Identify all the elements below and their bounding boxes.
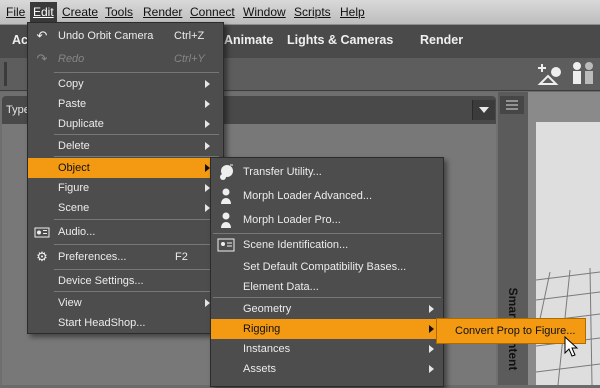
create-new-primitive-icon[interactable] [536,60,566,88]
chevron-right-icon [429,305,434,313]
toolbar-grip [4,62,7,86]
menu-item-audio[interactable]: Audio... [28,222,223,242]
tab-actors[interactable]: Ac [12,33,28,47]
menu-tools[interactable]: Tools [105,4,133,20]
menu-render[interactable]: Render [143,4,182,20]
menu-item-element-data[interactable]: Element Data... [211,277,443,297]
figure-tools-icon[interactable] [568,60,598,88]
menu-item-scene-identification[interactable]: Scene Identification... [211,235,443,255]
menu-item-morph-loader-pro[interactable]: Morph Loader Pro... [211,209,443,231]
pane-options-dropdown[interactable] [472,100,495,120]
tab-animate[interactable]: Animate [224,33,273,47]
chevron-right-icon [429,365,434,373]
menu-separator [54,134,219,135]
menu-item-view[interactable]: View [28,293,223,313]
chevron-right-icon [205,142,210,150]
edit-menu: ↶ Undo Orbit Camera Ctrl+Z ↷ Redo Ctrl+Y… [27,22,224,334]
morph-loader-pro-icon [217,211,233,228]
object-submenu: Transfer Utility... Morph Loader Advance… [210,157,444,387]
menu-item-transfer-utility[interactable]: Transfer Utility... [211,161,443,183]
chevron-right-icon [205,100,210,108]
menu-item-device-settings[interactable]: Device Settings... [28,271,223,291]
redo-icon: ↷ [36,51,48,66]
menu-item-instances[interactable]: Instances [211,339,443,359]
menu-connect[interactable]: Connect [190,4,235,20]
menu-separator [54,156,219,157]
menu-item-preferences[interactable]: ⚙ Preferences... F2 [28,247,223,267]
menu-item-copy[interactable]: Copy [28,74,223,94]
menu-separator [54,269,219,270]
menu-separator [213,297,441,298]
tab-render[interactable]: Render [420,33,463,47]
tab-lights-cameras[interactable]: Lights & Cameras [287,33,393,47]
menu-item-rigging[interactable]: Rigging [211,319,443,339]
menu-item-geometry[interactable]: Geometry [211,299,443,319]
menu-item-delete[interactable]: Delete [28,136,223,156]
menu-separator [54,72,219,73]
transfer-utility-icon [217,163,233,180]
menu-separator [54,291,219,292]
menu-separator [54,219,219,220]
menu-help[interactable]: Help [340,4,365,20]
menu-separator [54,244,219,245]
menu-item-scene[interactable]: Scene [28,198,223,218]
chevron-right-icon [205,120,210,128]
menu-item-set-default-compatibility-bases[interactable]: Set Default Compatibility Bases... [211,257,443,277]
chevron-right-icon [429,345,434,353]
menu-create[interactable]: Create [62,4,98,20]
scene-identification-icon [217,237,235,253]
list-menu-icon [506,100,518,110]
chevron-right-icon [429,325,434,333]
menu-scripts[interactable]: Scripts [294,4,331,20]
menu-window[interactable]: Window [243,4,286,20]
menu-item-figure[interactable]: Figure [28,178,223,198]
preferences-gear-icon: ⚙ [36,249,48,264]
chevron-right-icon [205,80,210,88]
menu-item-undo-orbit-camera[interactable]: ↶ Undo Orbit Camera Ctrl+Z [28,26,223,46]
mouse-pointer-icon [564,336,579,357]
pane-menu-button[interactable] [500,96,524,114]
menu-edit[interactable]: Edit [30,2,57,22]
menu-item-assets[interactable]: Assets [211,359,443,379]
audio-icon [34,224,50,240]
menu-item-duplicate[interactable]: Duplicate [28,114,223,134]
menu-item-start-headshop[interactable]: Start HeadShop... [28,313,223,333]
menu-item-object[interactable]: Object [28,158,223,178]
menu-item-redo[interactable]: ↷ Redo Ctrl+Y [28,49,223,69]
chevron-down-icon [479,107,489,113]
morph-loader-advanced-icon [217,187,233,204]
undo-icon: ↶ [36,28,48,43]
menu-item-convert-prop-to-figure[interactable]: Convert Prop to Figure... [439,321,583,341]
menu-separator [213,233,441,234]
menu-file[interactable]: File [6,4,25,20]
menu-item-paste[interactable]: Paste [28,94,223,114]
menu-item-morph-loader-advanced[interactable]: Morph Loader Advanced... [211,185,443,207]
